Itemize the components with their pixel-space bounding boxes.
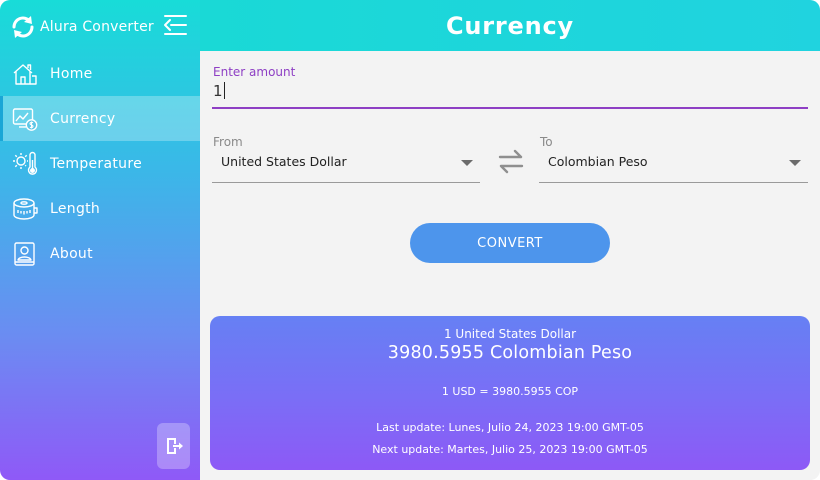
- sidebar-item-label: Home: [50, 65, 93, 82]
- to-currency-select[interactable]: To Colombian Peso: [539, 133, 808, 183]
- main-content: Enter amount 1 From United States Dollar…: [200, 51, 820, 480]
- collapse-menu-icon[interactable]: [162, 13, 188, 37]
- result-converted-amount: 3980.5955 Colombian Peso: [387, 343, 633, 363]
- result-card: 1 United States Dollar 3980.5955 Colombi…: [210, 316, 810, 470]
- sidebar-item-label: About: [50, 245, 93, 262]
- from-currency-select[interactable]: From United States Dollar: [212, 133, 480, 183]
- app-name: Alura Converter: [40, 19, 154, 35]
- logout-icon: [166, 438, 183, 454]
- result-source-amount: 1 United States Dollar: [443, 327, 577, 341]
- exchange-rate: 1 USD = 3980.5955 COP: [441, 385, 579, 398]
- swap-currencies-icon[interactable]: [497, 147, 525, 175]
- app-window: Alura Converter Home Currency Temperatur…: [0, 0, 820, 480]
- last-update-text: Last update: Lunes, Julio 24, 2023 19:00…: [376, 421, 644, 434]
- text-caret: [223, 82, 225, 99]
- sidebar-item-home[interactable]: Home: [0, 51, 200, 96]
- from-label: From: [213, 135, 243, 149]
- convert-button[interactable]: CONVERT: [410, 223, 610, 263]
- next-update-text: Next update: Martes, Julio 25, 2023 19:0…: [372, 443, 648, 456]
- sidebar-item-label: Currency: [50, 110, 116, 127]
- sidebar-item-length[interactable]: Length: [0, 186, 200, 231]
- sidebar-item-about[interactable]: About: [0, 231, 200, 276]
- sidebar-item-currency[interactable]: Currency: [0, 96, 200, 141]
- temperature-icon: [12, 151, 38, 177]
- header-bar: Currency: [200, 0, 820, 51]
- logout-button[interactable]: [157, 423, 190, 469]
- profile-card-icon: [12, 241, 38, 267]
- amount-input[interactable]: Enter amount 1: [212, 63, 808, 109]
- to-label: To: [540, 135, 553, 149]
- dropdown-arrow-icon: [461, 160, 473, 166]
- sidebar-item-label: Length: [50, 200, 101, 217]
- from-currency-value: United States Dollar: [221, 154, 347, 169]
- amount-label: Enter amount: [213, 65, 296, 79]
- sync-logo-icon: [12, 16, 34, 38]
- sidebar-item-label: Temperature: [50, 155, 142, 172]
- amount-input-value[interactable]: 1: [213, 82, 225, 100]
- sidebar-nav: Home Currency Temperature Length About: [0, 51, 200, 276]
- brand: Alura Converter: [10, 12, 154, 42]
- to-currency-value: Colombian Peso: [548, 154, 648, 169]
- currency-chart-icon: [12, 106, 38, 132]
- sidebar: Alura Converter Home Currency Temperatur…: [0, 0, 200, 480]
- page-title: Currency: [445, 11, 574, 40]
- measuring-tape-icon: [12, 196, 38, 222]
- dropdown-arrow-icon: [789, 160, 801, 166]
- home-icon: [12, 61, 38, 87]
- sidebar-item-temperature[interactable]: Temperature: [0, 141, 200, 186]
